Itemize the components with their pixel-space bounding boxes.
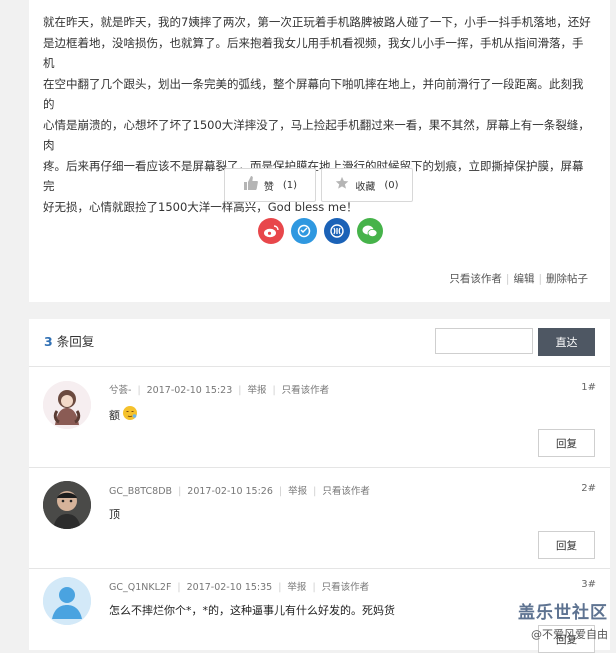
reply-button[interactable]: 回复 xyxy=(538,429,595,457)
post-paragraph: 在空中翻了几个跟头，划出一条完美的弧线，整个屏幕向下啪叽摔在地上，并向前滑行了一… xyxy=(43,76,584,112)
report-link[interactable]: 举报 xyxy=(247,385,266,396)
floor-jump-input[interactable] xyxy=(435,328,533,354)
post-body: 就在昨天，就是昨天，我的7姨摔了两次，第一次正玩着手机路脾被路人碰了一下，小手一… xyxy=(43,12,593,217)
like-count: (1) xyxy=(282,179,298,191)
avatar[interactable] xyxy=(43,481,91,529)
divider: | xyxy=(312,582,316,593)
report-link[interactable]: 举报 xyxy=(287,582,306,593)
divider: | xyxy=(505,273,510,285)
only-author-link[interactable]: 只看该作者 xyxy=(282,385,330,396)
reply-button[interactable]: 回复 xyxy=(538,531,595,559)
reply-count: 3 xyxy=(44,334,53,349)
divider: | xyxy=(538,273,542,285)
reply-content: 顶 xyxy=(109,506,120,522)
reply-meta: GC_B8TC8DB | 2017-02-10 15:26 | 举报 | 只看该作者 xyxy=(109,483,370,497)
favorite-button[interactable]: 收藏 (0) xyxy=(321,168,413,202)
favorite-label: 收藏 xyxy=(355,181,376,193)
share-bar xyxy=(258,218,383,244)
like-button[interactable]: 赞 (1) xyxy=(224,168,316,202)
post-paragraph: 好无损，心情就跟捡了1500大洋一样高兴，God bless me！ xyxy=(43,199,358,214)
edit-link[interactable]: 编辑 xyxy=(513,273,534,285)
only-author-link[interactable]: 只看该作者 xyxy=(322,582,370,593)
reply-content: 怎么不摔烂你个*，*的，这种逼事儿有什么好发的。死妈货 xyxy=(109,602,395,618)
post-actions: 只看该作者 | 编辑 | 删除帖子 xyxy=(449,271,588,286)
watermark-handle: @不爱风爱自由 xyxy=(531,628,608,641)
avatar[interactable] xyxy=(43,577,91,625)
reply-meta: 兮荟- | 2017-02-10 15:23 | 举报 | 只看该作者 xyxy=(109,382,329,396)
post-paragraph: 心情是崩溃的，心想坏了坏了1500大洋摔没了，马上捡起手机翻过来一看，果不其然，… xyxy=(43,117,590,153)
star-icon xyxy=(335,176,349,194)
thumbs-up-icon xyxy=(243,176,258,194)
floor-number: 2# xyxy=(581,483,596,494)
sleepy-emoji-icon xyxy=(122,405,138,424)
post-time: 2017-02-10 15:23 xyxy=(146,385,233,396)
divider: | xyxy=(177,582,181,593)
avatar[interactable] xyxy=(43,381,91,429)
like-label: 赞 xyxy=(263,181,274,193)
divider: | xyxy=(278,582,282,593)
divider: | xyxy=(137,385,141,396)
divider: | xyxy=(313,486,317,497)
reply-content: 额 xyxy=(109,405,138,424)
divider: | xyxy=(272,385,276,396)
qzone-icon[interactable] xyxy=(291,218,317,244)
divider: | xyxy=(178,486,182,497)
reply-text: 怎么不摔烂你个*，*的，这种逼事儿有什么好发的。死妈货 xyxy=(109,604,395,617)
username[interactable]: GC_Q1NKL2F xyxy=(109,582,171,593)
delete-post-link[interactable]: 删除帖子 xyxy=(546,273,588,285)
post-time: 2017-02-10 15:35 xyxy=(186,582,273,593)
username[interactable]: GC_B8TC8DB xyxy=(109,486,172,497)
wechat-icon[interactable] xyxy=(357,218,383,244)
only-author-link[interactable]: 只看该作者 xyxy=(449,273,502,285)
post-card: 就在昨天，就是昨天，我的7姨摔了两次，第一次正玩着手机路脾被路人碰了一下，小手一… xyxy=(29,0,610,302)
username[interactable]: 兮荟- xyxy=(109,385,131,396)
only-author-link[interactable]: 只看该作者 xyxy=(322,486,370,497)
floor-number: 1# xyxy=(581,382,596,393)
weibo-icon[interactable] xyxy=(258,218,284,244)
jump-button[interactable]: 直达 xyxy=(538,328,595,356)
reply-meta: GC_Q1NKL2F | 2017-02-10 15:35 | 举报 | 只看该作者 xyxy=(109,579,369,593)
divider: | xyxy=(238,385,242,396)
post-paragraph: 就在昨天，就是昨天，我的7姨摔了两次，第一次正玩着手机路脾被路人碰了一下，小手一… xyxy=(43,15,591,29)
post-paragraph: 疼。后来再仔细一看应该不是屏幕裂了，而是保护膜在地上滑行的时候留下的划痕，立即撕… xyxy=(43,158,584,194)
watermark-logo: 盖乐世社区 xyxy=(518,603,608,623)
community-watermark: 盖乐世社区 @不爱风爱自由 xyxy=(518,598,608,642)
report-link[interactable]: 举报 xyxy=(288,486,307,497)
post-time: 2017-02-10 15:26 xyxy=(187,486,273,497)
reply-count-label: 条回复 xyxy=(56,334,95,349)
renren-icon[interactable] xyxy=(324,218,350,244)
divider: | xyxy=(278,486,283,497)
reply-item: 兮荟- | 2017-02-10 15:23 | 举报 | 只看该作者 1# 额 回复 xyxy=(29,367,610,467)
post-paragraph: 是边框着地，没啥损伤，也就算了。后来抱着我女儿用手机看视频，我女儿小手一挥，手机… xyxy=(43,35,584,71)
floor-number: 3# xyxy=(581,579,596,590)
reply-text: 顶 xyxy=(109,508,120,521)
favorite-count: (0) xyxy=(384,179,399,191)
reply-item: GC_B8TC8DB | 2017-02-10 15:26 | 举报 | 只看该作者 2# … xyxy=(29,468,610,568)
reply-count-heading: 3 条回复 xyxy=(44,331,94,350)
reply-text: 额 xyxy=(109,408,120,422)
